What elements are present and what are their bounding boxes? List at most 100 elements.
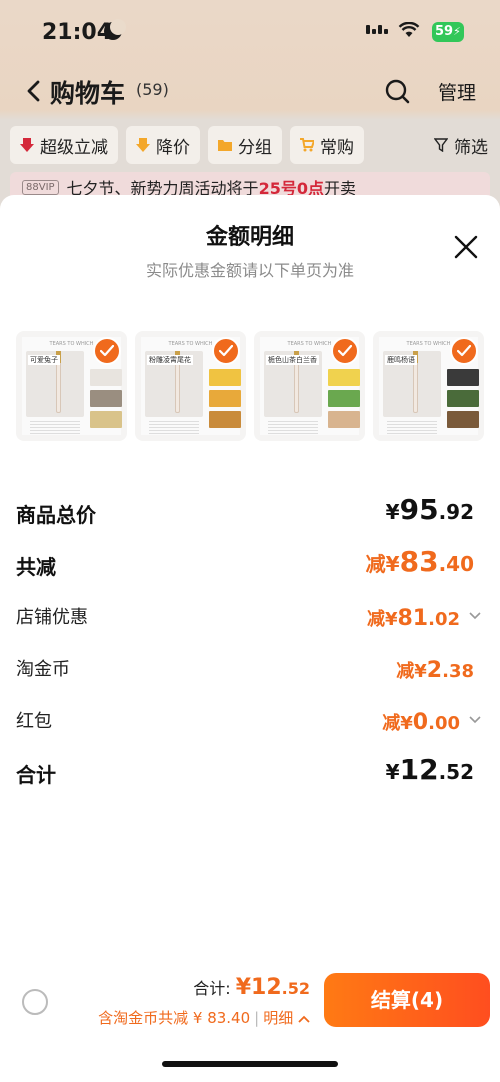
arrow-down-orange-icon xyxy=(136,138,150,152)
detail-toggle[interactable]: 明细 xyxy=(263,1009,293,1027)
filter-price-drop[interactable]: 降价 xyxy=(126,126,200,164)
row-value: ¥12.52 xyxy=(386,753,474,786)
filter-label: 超级立减 xyxy=(40,137,108,158)
chevron-down-icon[interactable] xyxy=(468,713,482,727)
chevron-down-icon[interactable] xyxy=(468,609,482,623)
sheet-subtitle: 实际优惠金额请以下单页为准 xyxy=(145,261,354,280)
signal-icon xyxy=(366,25,388,34)
chevron-up-icon[interactable] xyxy=(298,1014,310,1024)
row-label: 合计 xyxy=(16,763,56,787)
amount-int: 2 xyxy=(426,658,443,683)
row-label: 红包 xyxy=(16,711,52,732)
scent-notes xyxy=(90,369,122,428)
row-label: 共减 xyxy=(16,555,56,579)
amount-rows: 商品总价 ¥95.92 共减 减¥83.40 店铺优惠 减¥81.02 淘金币 … xyxy=(16,491,484,803)
filter-bar: 超级立减 降价 分组 常购 筛选 xyxy=(10,126,490,164)
row-coin-discount: 淘金币 减¥2.38 xyxy=(16,647,484,699)
cart-count: (59) xyxy=(136,80,169,99)
amount-detail-sheet: 金额明细 实际优惠金额请以下单页为准 TEARS TO WHICH 可爱兔子 TEA… xyxy=(0,195,500,1082)
moon-icon xyxy=(104,19,126,40)
currency: ¥ xyxy=(385,500,400,524)
product-description xyxy=(268,421,318,435)
total-amount: ¥12.52 xyxy=(236,975,310,1000)
scent-swatch xyxy=(90,390,122,407)
row-label: 商品总价 xyxy=(16,503,96,527)
product-scent-name: 可爱兔子 xyxy=(28,355,60,365)
home-indicator xyxy=(162,1061,338,1067)
discount-prefix: 减¥ xyxy=(366,609,398,630)
product-thumbnails: TEARS TO WHICH 可爱兔子 TEARS TO WHICH 粉雕凌霄尾花 TE… xyxy=(16,331,484,441)
row-subtotal: 商品总价 ¥95.92 xyxy=(16,491,484,543)
selected-check-icon[interactable] xyxy=(331,337,359,365)
amount-dec: .02 xyxy=(428,609,460,630)
coin-note: 含淘金币共减 ¥ 83.40 xyxy=(98,1009,251,1027)
product-scent-name: 栀色山茶白兰香 xyxy=(266,355,319,365)
discount-prefix: 减¥ xyxy=(365,552,400,576)
row-value: 减¥81.02 xyxy=(367,605,460,631)
battery-indicator: 59⚡ xyxy=(432,22,464,42)
scent-notes xyxy=(328,369,360,428)
row-label: 店铺优惠 xyxy=(16,607,88,628)
close-icon[interactable] xyxy=(454,235,478,259)
row-value: 减¥83.40 xyxy=(366,545,474,578)
status-time: 21:04 xyxy=(42,20,113,45)
amount-int: 0 xyxy=(412,710,429,735)
scent-swatch xyxy=(209,390,241,407)
battery-level: 59 xyxy=(435,24,454,39)
scent-notes xyxy=(209,369,241,428)
page-title: 购物车 xyxy=(50,79,126,108)
footer-total: 合计: ¥12.52 xyxy=(193,975,310,1000)
amount-int: 83 xyxy=(399,545,439,578)
row-value: ¥95.92 xyxy=(386,493,474,526)
filter-label: 降价 xyxy=(156,137,190,158)
selected-check-icon[interactable] xyxy=(450,337,478,365)
product-thumbnail[interactable]: TEARS TO WHICH 可爱兔子 xyxy=(16,331,127,441)
amount-dec: .52 xyxy=(281,979,310,998)
filter-super-discount[interactable]: 超级立减 xyxy=(10,126,118,164)
product-description xyxy=(30,421,80,435)
search-icon[interactable] xyxy=(384,78,410,104)
row-red-packet[interactable]: 红包 减¥0.00 xyxy=(16,699,484,751)
back-icon[interactable] xyxy=(26,80,42,102)
filter-frequent[interactable]: 常购 xyxy=(290,126,364,164)
discount-prefix: 减¥ xyxy=(382,713,413,734)
product-thumbnail[interactable]: TEARS TO WHICH 粉雕凌霄尾花 xyxy=(135,331,246,441)
amount-dec: .52 xyxy=(438,760,474,784)
scent-swatch xyxy=(90,369,122,386)
checkout-button[interactable]: 结算(4) xyxy=(324,973,490,1027)
row-label: 淘金币 xyxy=(16,659,70,680)
product-scent-name: 粉雕凌霄尾花 xyxy=(147,355,193,365)
product-thumbnail[interactable]: TEARS TO WHICH 栀色山茶白兰香 xyxy=(254,331,365,441)
filter-label: 筛选 xyxy=(454,137,488,158)
product-description xyxy=(149,421,199,435)
scent-notes xyxy=(447,369,479,428)
row-grand-total: 合计 ¥12.52 xyxy=(16,751,484,803)
amount-dec: .40 xyxy=(438,552,474,576)
wifi-icon xyxy=(398,22,420,37)
amount-int: 95 xyxy=(399,493,439,526)
scent-swatch xyxy=(447,411,479,428)
product-thumbnail[interactable]: TEARS TO WHICH 鹿鸣杨语 xyxy=(373,331,484,441)
status-bar: 21:04 59⚡ xyxy=(0,0,500,66)
row-value: 减¥0.00 xyxy=(382,709,460,735)
scent-swatch xyxy=(90,411,122,428)
amount-int: 12 xyxy=(251,975,282,1000)
selected-check-icon[interactable] xyxy=(93,337,121,365)
manage-button[interactable]: 管理 xyxy=(438,78,476,105)
vip-badge: 88VIP xyxy=(22,179,59,195)
selected-check-icon[interactable] xyxy=(212,337,240,365)
folder-icon xyxy=(218,140,232,151)
amount-dec: .38 xyxy=(442,661,474,682)
row-total-discount: 共减 减¥83.40 xyxy=(16,543,484,595)
filter-group[interactable]: 分组 xyxy=(208,126,282,164)
row-store-discount[interactable]: 店铺优惠 减¥81.02 xyxy=(16,595,484,647)
charging-icon: ⚡ xyxy=(453,25,461,38)
filter-button[interactable]: 筛选 xyxy=(424,126,490,164)
scent-swatch xyxy=(209,411,241,428)
checkout-bar: 合计: ¥12.52 含淘金币共减 ¥ 83.40 | 明细 结算(4) xyxy=(0,965,500,1035)
footer-subline: 含淘金币共减 ¥ 83.40 | 明细 xyxy=(98,1007,310,1028)
scent-swatch xyxy=(328,390,360,407)
select-all-checkbox[interactable] xyxy=(22,989,48,1015)
discount-prefix: 减¥ xyxy=(396,661,427,682)
sheet-title: 金额明细 xyxy=(205,225,294,250)
